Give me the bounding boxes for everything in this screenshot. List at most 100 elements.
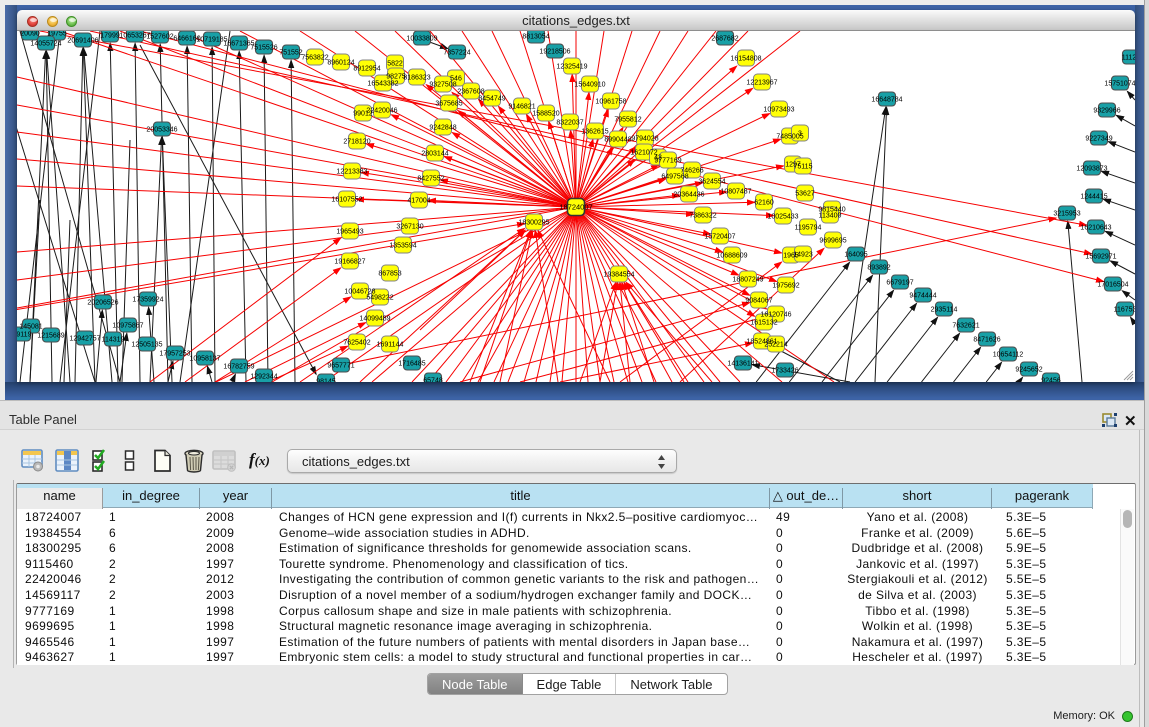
svg-text:7515526: 7515526 xyxy=(250,44,277,51)
svg-text:893892: 893892 xyxy=(867,264,890,271)
svg-text:3215953: 3215953 xyxy=(1053,210,1080,217)
svg-text:3675685: 3675685 xyxy=(435,100,462,107)
svg-text:3624554: 3624554 xyxy=(698,178,725,185)
svg-text:1195794: 1195794 xyxy=(795,224,822,231)
svg-text:6497568: 6497568 xyxy=(661,173,688,180)
svg-text:39119: 39119 xyxy=(17,331,32,338)
svg-text:145081: 145081 xyxy=(19,323,42,330)
svg-text:1716485: 1716485 xyxy=(398,360,425,367)
svg-text:19384554: 19384554 xyxy=(603,271,634,278)
svg-text:16543382: 16543382 xyxy=(367,80,398,87)
svg-text:12213967: 12213967 xyxy=(746,79,777,86)
svg-text:20053346: 20053346 xyxy=(146,126,177,133)
svg-text:19755: 19755 xyxy=(47,31,67,37)
svg-text:1615132: 1615132 xyxy=(750,319,777,326)
svg-text:10961758: 10961758 xyxy=(595,98,626,105)
svg-text:10807487: 10807487 xyxy=(720,188,751,195)
svg-text:65748: 65748 xyxy=(423,377,443,382)
svg-text:116753: 116753 xyxy=(1114,306,1135,313)
svg-text:751552: 751552 xyxy=(279,49,302,56)
svg-text:16782759: 16782759 xyxy=(223,363,254,370)
svg-text:10975867: 10975867 xyxy=(112,322,143,329)
svg-text:9329966: 9329966 xyxy=(1093,107,1120,114)
svg-text:9084067: 9084067 xyxy=(745,297,772,304)
svg-text:417004: 417004 xyxy=(407,197,430,204)
svg-text:867853: 867853 xyxy=(378,270,401,277)
svg-text:1244415: 1244415 xyxy=(1080,193,1107,200)
svg-text:9327508: 9327508 xyxy=(429,81,456,88)
svg-text:8990448: 8990448 xyxy=(604,136,631,143)
svg-text:11123: 11123 xyxy=(1122,54,1135,61)
svg-text:7563822: 7563822 xyxy=(301,54,328,61)
svg-text:1215689: 1215689 xyxy=(37,332,64,339)
svg-text:19218506: 19218506 xyxy=(539,48,570,55)
svg-text:12942757: 12942757 xyxy=(69,335,100,342)
svg-text:7625402: 7625402 xyxy=(343,339,370,346)
svg-text:53627: 53627 xyxy=(795,190,815,197)
svg-text:7386322: 7386322 xyxy=(689,212,716,219)
svg-text:7357224: 7357224 xyxy=(443,49,470,56)
svg-text:10033809: 10033809 xyxy=(406,35,437,42)
svg-text:20691406: 20691406 xyxy=(67,37,98,44)
svg-text:15751074: 15751074 xyxy=(1104,80,1135,87)
svg-text:8427552: 8427552 xyxy=(417,175,444,182)
svg-text:113400: 113400 xyxy=(819,212,842,219)
svg-text:12213383: 12213383 xyxy=(336,168,367,175)
svg-text:252214: 252214 xyxy=(764,341,787,348)
svg-text:16107552: 16107552 xyxy=(331,196,362,203)
svg-text:12325419: 12325419 xyxy=(556,63,587,70)
svg-text:14055724: 14055724 xyxy=(30,40,61,47)
svg-text:9242848: 9242848 xyxy=(429,124,456,131)
svg-text:1588520: 1588520 xyxy=(532,110,559,117)
svg-text:9794028: 9794028 xyxy=(631,135,658,142)
svg-text:14099489: 14099489 xyxy=(359,315,390,322)
svg-text:18300295: 18300295 xyxy=(518,219,549,226)
svg-text:19166827: 19166827 xyxy=(334,258,365,265)
svg-text:14136141: 14136141 xyxy=(727,360,758,367)
svg-text:17999: 17999 xyxy=(100,32,120,39)
svg-text:20364436: 20364436 xyxy=(673,191,704,198)
svg-text:20206526: 20206526 xyxy=(87,299,118,306)
svg-text:17957253: 17957253 xyxy=(159,350,190,357)
svg-text:15640910: 15640910 xyxy=(574,81,605,88)
svg-text:2687682: 2687682 xyxy=(711,35,738,42)
svg-text:5498222: 5498222 xyxy=(366,294,393,301)
svg-text:9699695: 9699695 xyxy=(819,237,846,244)
svg-text:16154808: 16154808 xyxy=(730,55,761,62)
svg-text:9657771: 9657771 xyxy=(327,362,354,369)
svg-text:9245652: 9245652 xyxy=(1015,366,1042,373)
svg-text:10654112: 10654112 xyxy=(993,351,1024,358)
svg-text:1691144: 1691144 xyxy=(377,341,404,348)
svg-text:1353594: 1353594 xyxy=(389,242,416,249)
svg-text:1527602: 1527602 xyxy=(146,33,173,40)
svg-text:12505135: 12505135 xyxy=(131,341,162,348)
svg-text:92456: 92456 xyxy=(1041,377,1061,382)
svg-text:1292344: 1292344 xyxy=(250,373,277,380)
svg-text:99012: 99012 xyxy=(353,110,373,117)
svg-text:3267130: 3267130 xyxy=(396,223,423,230)
svg-text:20090: 20090 xyxy=(20,31,40,37)
svg-text:8322037: 8322037 xyxy=(556,119,583,126)
svg-text:15720407: 15720407 xyxy=(704,233,735,240)
svg-text:1362615: 1362615 xyxy=(581,128,608,135)
svg-text:12093873: 12093873 xyxy=(1076,165,1107,172)
svg-text:75115: 75115 xyxy=(794,163,813,170)
svg-text:16210643: 16210643 xyxy=(1080,224,1111,231)
svg-text:1733426: 1733426 xyxy=(771,367,798,374)
svg-text:5822: 5822 xyxy=(387,60,403,67)
svg-text:6679197: 6679197 xyxy=(886,279,913,286)
svg-text:2935114: 2935114 xyxy=(931,306,958,313)
svg-text:9777169: 9777169 xyxy=(654,157,681,164)
svg-text:2367608: 2367608 xyxy=(457,88,484,95)
svg-text:98145: 98145 xyxy=(316,378,336,382)
svg-text:10958137: 10958137 xyxy=(189,355,220,362)
svg-text:17359924: 17359924 xyxy=(132,296,163,303)
svg-text:9146821: 9146821 xyxy=(508,103,535,110)
svg-text:7632621: 7632621 xyxy=(952,322,979,329)
svg-text:16120746: 16120746 xyxy=(760,311,791,318)
svg-text:62160: 62160 xyxy=(754,199,774,206)
svg-text:8813054: 8813054 xyxy=(522,33,549,40)
svg-text:8186323: 8186323 xyxy=(403,74,430,81)
svg-text:10025433: 10025433 xyxy=(767,213,798,220)
svg-text:8471626: 8471626 xyxy=(973,336,1000,343)
